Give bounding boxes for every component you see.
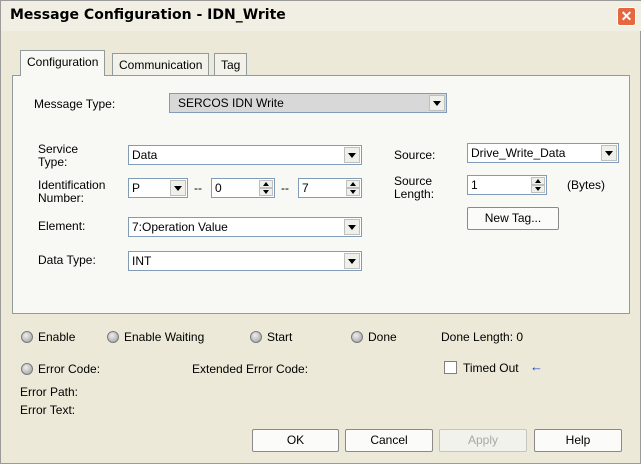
identification-type-select[interactable]: P — [128, 178, 188, 198]
tab-configuration[interactable]: Configuration — [20, 50, 106, 76]
service-type-value: Data — [132, 148, 158, 162]
spin-up-icon[interactable] — [259, 180, 273, 188]
spin-down-icon[interactable] — [531, 185, 545, 193]
enable-indicator — [21, 331, 33, 343]
apply-button[interactable]: Apply — [439, 429, 527, 452]
message-type-value: SERCOS IDN Write — [178, 96, 284, 110]
identification-type-value: P — [132, 181, 141, 195]
spin-down-icon[interactable] — [259, 188, 273, 196]
spin-up-icon[interactable] — [531, 177, 545, 185]
tab-communication[interactable]: Communication — [112, 53, 210, 75]
chevron-down-icon[interactable] — [344, 147, 360, 163]
error-path-label: Error Path: — [20, 385, 79, 399]
error-text-label: Error Text: — [20, 403, 76, 417]
done-label: Done — [368, 330, 397, 344]
arrow-left-icon: ← — [530, 359, 543, 374]
enable-waiting-label: Enable Waiting — [124, 330, 205, 344]
message-type-label: Message Type: — [34, 97, 116, 111]
source-select[interactable]: Drive_Write_Data — [467, 143, 619, 163]
error-code-indicator — [21, 363, 33, 375]
enable-waiting-indicator — [107, 331, 119, 343]
window-title: Message Configuration - IDN_Write — [10, 7, 286, 23]
chevron-down-icon[interactable] — [344, 253, 360, 269]
chevron-down-icon[interactable] — [344, 219, 360, 235]
identification-number-label: Identification Number: — [38, 178, 106, 205]
start-indicator — [250, 331, 262, 343]
identification-set-value: 0 — [215, 181, 222, 195]
title-bar: Message Configuration - IDN_Write ✕ — [1, 1, 641, 31]
configuration-panel: Message Type: SERCOS IDN Write Service T… — [12, 75, 630, 314]
new-tag-button[interactable]: New Tag... — [467, 207, 559, 230]
spin-down-icon[interactable] — [346, 188, 360, 196]
timed-out-label: Timed Out — [463, 361, 519, 375]
ident-dash-1: -- — [194, 181, 202, 195]
service-type-label: Service Type: — [38, 142, 79, 169]
data-type-select[interactable]: INT — [128, 251, 362, 271]
message-type-select[interactable]: SERCOS IDN Write — [169, 93, 447, 113]
done-indicator — [351, 331, 363, 343]
element-value: 7:Operation Value — [132, 220, 228, 234]
tab-tag[interactable]: Tag — [214, 53, 248, 75]
close-icon[interactable]: ✕ — [617, 7, 636, 26]
source-length-spinner[interactable]: 1 — [467, 175, 547, 195]
data-type-label: Data Type: — [38, 253, 96, 267]
message-configuration-dialog: Message Configuration - IDN_Write ✕ Conf… — [0, 0, 641, 464]
element-label: Element: — [38, 219, 86, 233]
timed-out-checkbox[interactable] — [444, 361, 457, 374]
done-length: Done Length: 0 — [441, 330, 524, 344]
ok-button[interactable]: OK — [252, 429, 339, 452]
identification-number-spinner[interactable]: 7 — [298, 178, 362, 198]
extended-error-code-label: Extended Error Code: — [192, 362, 309, 376]
chevron-down-icon[interactable] — [601, 145, 617, 161]
help-button[interactable]: Help — [534, 429, 622, 452]
cancel-button[interactable]: Cancel — [345, 429, 433, 452]
start-label: Start — [267, 330, 293, 344]
error-code-label: Error Code: — [38, 362, 101, 376]
chevron-down-icon[interactable] — [429, 95, 445, 111]
source-label: Source: — [394, 148, 436, 162]
source-length-label: Source Length: — [394, 174, 435, 201]
source-length-value: 1 — [471, 178, 478, 192]
spin-up-icon[interactable] — [346, 180, 360, 188]
service-type-select[interactable]: Data — [128, 145, 362, 165]
identification-number-value: 7 — [302, 181, 309, 195]
element-select[interactable]: 7:Operation Value — [128, 217, 362, 237]
bytes-label: (Bytes) — [567, 178, 606, 192]
ident-dash-2: -- — [281, 181, 289, 195]
chevron-down-icon[interactable] — [170, 180, 186, 196]
enable-label: Enable — [38, 330, 76, 344]
identification-set-spinner[interactable]: 0 — [211, 178, 275, 198]
source-value: Drive_Write_Data — [471, 146, 566, 160]
data-type-value: INT — [132, 254, 152, 268]
